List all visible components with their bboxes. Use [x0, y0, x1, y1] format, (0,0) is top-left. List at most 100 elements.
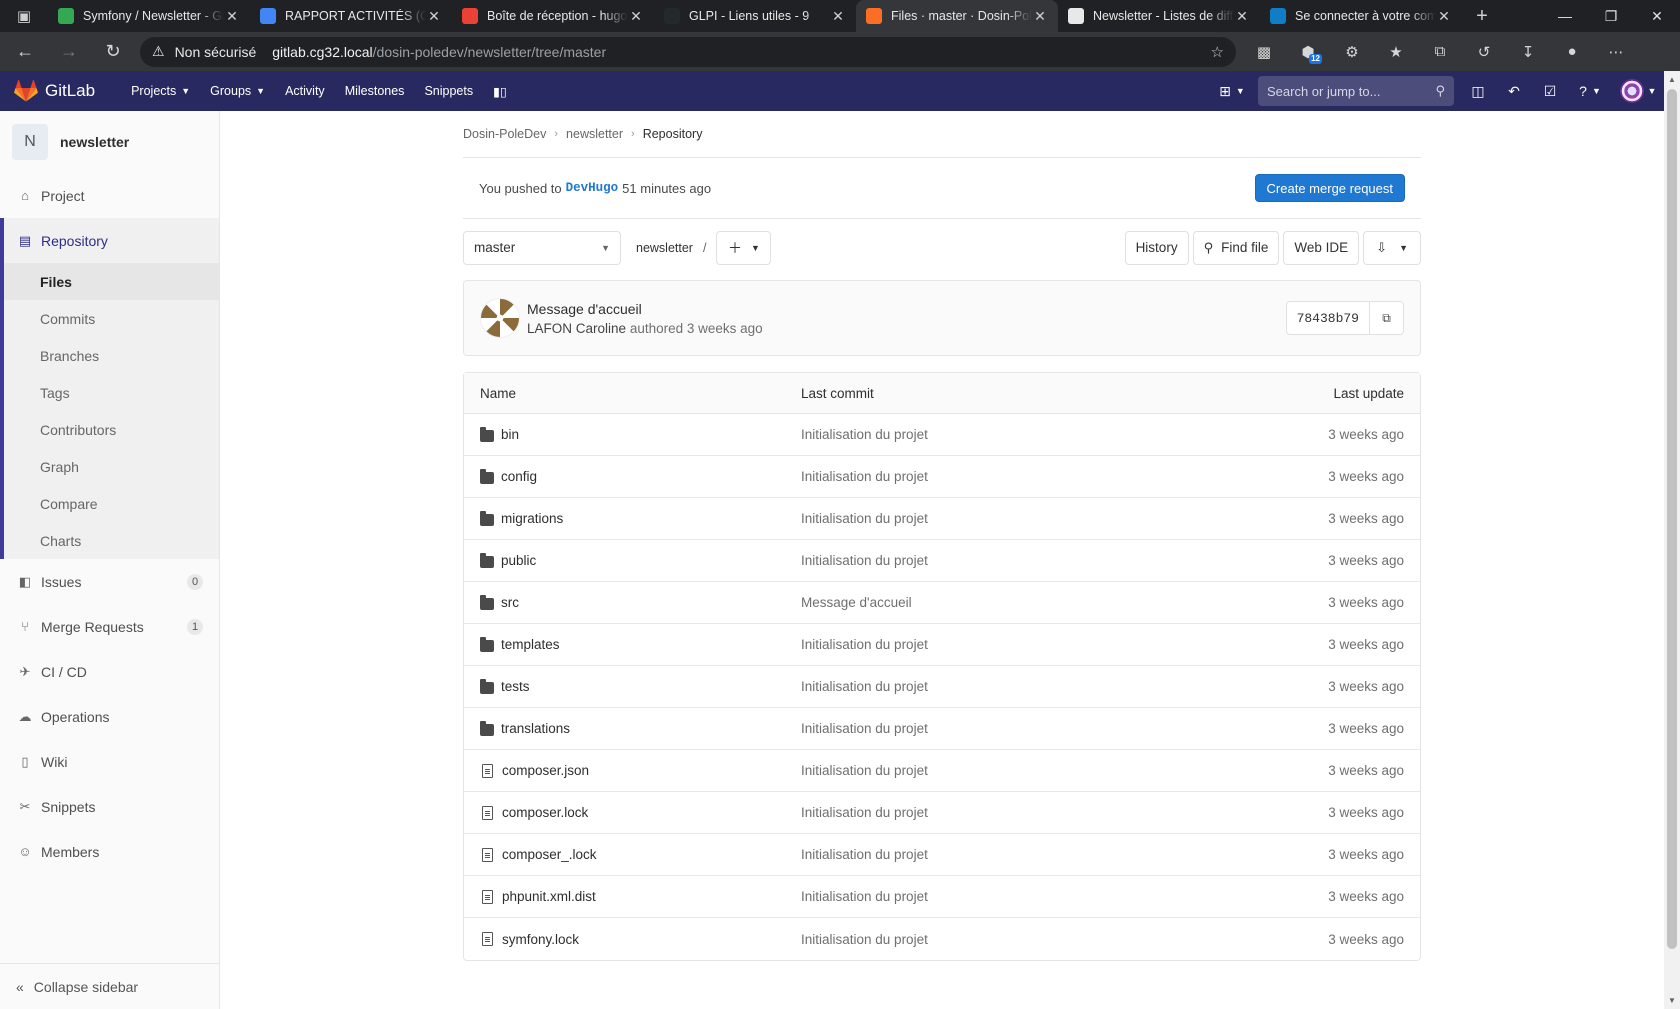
merge-requests-header-icon[interactable]: ↶	[1496, 75, 1532, 107]
last-commit-link[interactable]: Initialisation du projet	[801, 847, 1204, 862]
sidebar-subitem-graph[interactable]: Graph	[4, 448, 219, 485]
collections-icon[interactable]: ⧉	[1418, 36, 1462, 68]
nav-snippets[interactable]: Snippets	[414, 84, 483, 98]
extensions-puzzle-icon[interactable]: ⚙	[1330, 36, 1374, 68]
file-name-link[interactable]: composer.lock	[502, 805, 588, 820]
tab-actions-icon[interactable]: ▣	[0, 0, 48, 32]
file-name-cell[interactable]: templates	[480, 636, 801, 652]
last-commit-link[interactable]: Initialisation du projet	[801, 511, 1204, 526]
browser-tab[interactable]: Newsletter - Listes de diffusion✕	[1058, 0, 1260, 32]
nav-activity[interactable]: Activity	[275, 84, 335, 98]
file-name-cell[interactable]: config	[480, 468, 801, 484]
copy-sha-button[interactable]: ⧉	[1370, 301, 1404, 335]
sidebar-item-merge-requests[interactable]: ⑂ Merge Requests 1	[0, 604, 219, 649]
close-tab-icon[interactable]: ✕	[1234, 8, 1250, 25]
table-row[interactable]: phpunit.xml.dist Initialisation du projet…	[464, 876, 1420, 918]
todos-icon[interactable]: ☑	[1532, 75, 1568, 107]
sidebar-item-ci-cd[interactable]: ✈ CI / CD	[0, 649, 219, 694]
scroll-down-icon[interactable]: ▼	[1664, 996, 1680, 1005]
user-menu[interactable]: ▼	[1612, 75, 1664, 107]
sidebar-subitem-compare[interactable]: Compare	[4, 485, 219, 522]
file-name-cell[interactable]: composer_.lock	[480, 847, 801, 862]
more-menu-icon[interactable]: ⋯	[1594, 36, 1638, 68]
warning-icon[interactable]: ⚠	[152, 43, 165, 60]
web-ide-button[interactable]: Web IDE	[1283, 230, 1360, 265]
extension-badge-icon[interactable]: ⬢ 12	[1286, 36, 1330, 68]
table-row[interactable]: composer.json Initialisation du projet 3 w…	[464, 750, 1420, 792]
close-window-button[interactable]: ✕	[1634, 0, 1680, 32]
breadcrumb-current[interactable]: Repository	[643, 127, 703, 141]
file-name-cell[interactable]: public	[480, 552, 801, 568]
sidebar-item-operations[interactable]: ☁ Operations	[0, 694, 219, 739]
add-to-tree-dropdown[interactable]: ＋ ▼	[716, 230, 772, 265]
issues-header-icon[interactable]: ◫	[1460, 75, 1496, 107]
commit-sha[interactable]: 78438b79	[1285, 301, 1370, 335]
browser-tab[interactable]: GLPI - Liens utiles - 9 ✕	[654, 0, 856, 32]
sidebar-subitem-branches[interactable]: Branches	[4, 337, 219, 374]
create-merge-request-button[interactable]: Create merge request	[1254, 174, 1405, 202]
scroll-up-icon[interactable]: ▲	[1664, 75, 1680, 84]
extension-icon[interactable]: ▩	[1242, 36, 1286, 68]
reload-button[interactable]: ↻	[94, 36, 132, 68]
last-commit-link[interactable]: Initialisation du projet	[801, 932, 1204, 947]
table-row[interactable]: symfony.lock Initialisation du projet 3 we…	[464, 918, 1420, 960]
commit-author-link[interactable]: LAFON Caroline	[527, 321, 626, 336]
address-bar[interactable]: ⚠ Non sécurisé gitlab.cg32.local/dosin-p…	[140, 36, 1236, 67]
table-row[interactable]: composer.lock Initialisation du projet 3 w…	[464, 792, 1420, 834]
sidebar-item-issues[interactable]: ◧ Issues 0	[0, 559, 219, 604]
last-commit-link[interactable]: Initialisation du projet	[801, 805, 1204, 820]
file-name-link[interactable]: symfony.lock	[502, 932, 579, 947]
restore-button[interactable]: ❐	[1588, 0, 1634, 32]
branch-select[interactable]: master ▼	[463, 230, 621, 265]
last-commit-link[interactable]: Initialisation du projet	[801, 889, 1204, 904]
file-name-link[interactable]: translations	[501, 721, 570, 736]
table-row[interactable]: bin Initialisation du projet 3 weeks ago	[464, 414, 1420, 456]
browser-tab[interactable]: Boîte de réception - hugo ✕	[452, 0, 654, 32]
file-name-cell[interactable]: bin	[480, 426, 801, 442]
nav-charts[interactable]: ▮▯	[483, 84, 517, 99]
sidebar-item-project[interactable]: ⌂ Project	[0, 173, 219, 218]
history-button[interactable]: History	[1124, 230, 1189, 265]
file-name-link[interactable]: composer.json	[502, 763, 589, 778]
sidebar-item-members[interactable]: ☺ Members	[0, 829, 219, 874]
file-name-link[interactable]: phpunit.xml.dist	[502, 889, 596, 904]
pushed-branch-link[interactable]: DevHugo	[566, 181, 619, 195]
last-commit-link[interactable]: Initialisation du projet	[801, 637, 1204, 652]
last-commit-link[interactable]: Message d'accueil	[801, 595, 1204, 610]
download-dropdown[interactable]: ⇩ ▼	[1363, 230, 1421, 265]
breadcrumb-project[interactable]: newsletter	[566, 127, 623, 141]
sidebar-subitem-tags[interactable]: Tags	[4, 374, 219, 411]
minimize-button[interactable]: —	[1542, 0, 1588, 32]
nav-groups[interactable]: Groups ▼	[200, 84, 275, 98]
close-tab-icon[interactable]: ✕	[830, 8, 846, 25]
table-row[interactable]: config Initialisation du projet 3 weeks ag…	[464, 456, 1420, 498]
sidebar-subitem-files[interactable]: Files	[4, 263, 219, 300]
close-tab-icon[interactable]: ✕	[426, 8, 442, 25]
table-row[interactable]: migrations Initialisation du projet 3 week…	[464, 498, 1420, 540]
page-scrollbar[interactable]: ▲ ▼	[1664, 71, 1680, 1009]
last-commit-link[interactable]: Initialisation du projet	[801, 427, 1204, 442]
add-favorite-icon[interactable]: ☆	[1211, 43, 1224, 61]
file-name-cell[interactable]: tests	[480, 678, 801, 694]
last-commit-link[interactable]: Initialisation du projet	[801, 721, 1204, 736]
browser-tab[interactable]: Se connecter à votre compte✕	[1260, 0, 1462, 32]
author-avatar[interactable]	[480, 298, 520, 338]
sidebar-subitem-charts[interactable]: Charts	[4, 522, 219, 559]
file-name-link[interactable]: composer_.lock	[502, 847, 597, 862]
nav-projects[interactable]: Projects ▼	[121, 84, 200, 98]
file-name-link[interactable]: public	[501, 553, 536, 568]
last-commit-link[interactable]: Initialisation du projet	[801, 469, 1204, 484]
table-row[interactable]: src Message d'accueil 3 weeks ago	[464, 582, 1420, 624]
nav-milestones[interactable]: Milestones	[335, 84, 415, 98]
commit-title-link[interactable]: Message d'accueil	[527, 301, 763, 317]
sidebar-item-repository[interactable]: ▤ Repository	[4, 218, 219, 263]
scrollbar-thumb[interactable]	[1667, 89, 1677, 949]
file-name-link[interactable]: src	[501, 595, 519, 610]
close-tab-icon[interactable]: ✕	[1032, 8, 1048, 25]
file-name-cell[interactable]: symfony.lock	[480, 932, 801, 947]
collapse-sidebar-button[interactable]: « Collapse sidebar	[0, 963, 219, 1009]
file-name-link[interactable]: config	[501, 469, 537, 484]
close-tab-icon[interactable]: ✕	[628, 8, 644, 25]
new-tab-button[interactable]: +	[1462, 0, 1502, 32]
browser-tab[interactable]: Files · master · Dosin-PoleDev✕	[856, 0, 1058, 32]
